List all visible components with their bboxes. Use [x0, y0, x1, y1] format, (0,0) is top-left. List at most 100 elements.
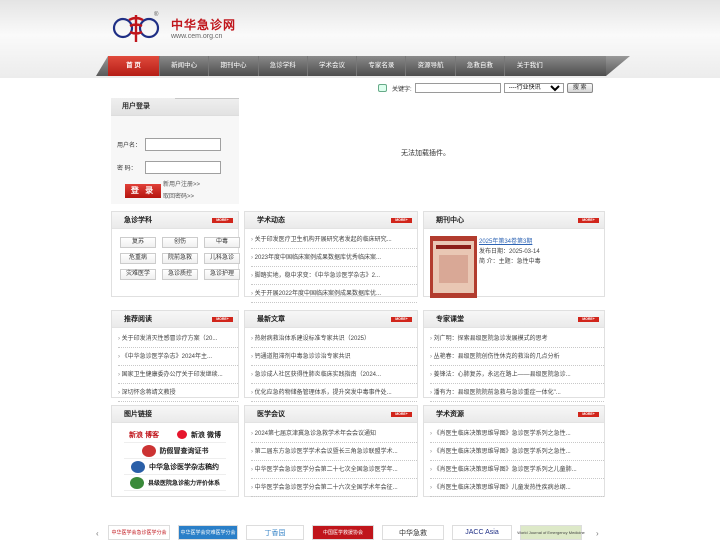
journal-issue-link[interactable]: 2025年第34卷第3期	[479, 237, 541, 247]
more-button[interactable]: MORE+	[391, 412, 412, 417]
latest-title: 最新文章 MORE+	[245, 311, 417, 328]
more-button[interactable]: MORE+	[578, 218, 599, 223]
academic-title-text: 学术动态	[257, 217, 285, 224]
subject-tag[interactable]: 儿科急诊	[204, 253, 240, 264]
search-category-select[interactable]: ----行业快讯	[503, 83, 564, 93]
more-button[interactable]: MORE+	[212, 317, 233, 322]
journal-info: 2025年第34卷第3期 发布日期：2025-03-14 简 介：主题：急性中毒	[479, 237, 541, 267]
expert-box: 专家课堂 MORE+ 刘广明：探索县级医院急诊发展模式的思考 丛艳春：县级医院创伤…	[423, 310, 605, 402]
partner-logo[interactable]: 丁香园	[246, 525, 304, 540]
list-item[interactable]: 潘有为：县级医院院前急救与急诊重症一体化"...	[430, 384, 604, 402]
partner-logo[interactable]: 中国医学救援协会	[312, 525, 374, 540]
scroll-left-icon[interactable]: ‹	[96, 529, 99, 538]
conference-box: 医学会议 MORE+ 2024第七届京津冀急诊急救学术年会会议通知 第二届东方急诊…	[244, 405, 418, 497]
login-button[interactable]: 登 录	[125, 184, 161, 198]
list-item[interactable]: 2024第七届京津冀急诊急救学术年会会议通知	[251, 425, 417, 443]
more-button[interactable]: MORE+	[391, 317, 412, 322]
journal-cover-image[interactable]	[430, 236, 477, 298]
list-item[interactable]: 关于开展2022年度中国临床案例成果数据库优...	[251, 285, 417, 303]
list-item[interactable]: 关于印发消灭性感冒诊疗方案（20...	[118, 330, 238, 348]
list-item[interactable]: 《中华急诊医学杂志》2024年主...	[118, 348, 238, 366]
search-icon	[378, 84, 387, 92]
partner-logo-bar: 中华医学会急诊医学分会 中华医学会灾难医学分会 丁香园 中国医学救援协会 中华急…	[108, 525, 592, 540]
nav-experts[interactable]: 专家名录	[357, 56, 407, 76]
login-title: 用户登录	[111, 98, 239, 116]
list-item[interactable]: 刘广明：探索县级医院急诊发展模式的思考	[430, 330, 604, 348]
expert-title: 专家课堂 MORE+	[424, 311, 604, 328]
list-item[interactable]: 深切怀念蒋靖文教授	[118, 384, 238, 402]
subject-tag[interactable]: 危重病	[120, 253, 156, 264]
journal-title-text: 期刊中心	[436, 217, 464, 224]
list-item[interactable]: 优化应急药物储备管理体系，提升突发中毒事件处...	[251, 384, 417, 402]
nav-resources[interactable]: 资源导航	[406, 56, 456, 76]
sina-blog-link[interactable]: 新浪 博客	[129, 430, 159, 440]
subject-tag[interactable]: 急诊护理	[204, 269, 240, 280]
forgot-password-link[interactable]: 取回密码>>	[163, 191, 200, 203]
list-item[interactable]: 中华医学会急诊医学分会第二十七次全国急诊医学年...	[251, 461, 417, 479]
list-item[interactable]: 急诊成人社区获得性肺炎临床实践指南（2024...	[251, 366, 417, 384]
list-item[interactable]: 《肖医生临床决策思维导图》急诊医学系列之急性...	[430, 425, 604, 443]
more-button[interactable]: MORE+	[578, 412, 599, 417]
list-item[interactable]: 中华医学会急诊医学分会第二十六次全国学术年会征...	[251, 479, 417, 497]
list-item[interactable]: 丛艳春：县级医院创伤性休克的救治的几点分析	[430, 348, 604, 366]
search-input[interactable]	[414, 83, 501, 93]
list-item[interactable]: 姜锋法：心肺复苏，永远在路上——县级医院急诊...	[430, 366, 604, 384]
list-item[interactable]: 第二届东方急诊医学学术会议暨长三角急诊联盟学术...	[251, 443, 417, 461]
list-item[interactable]: 2023年度中国临床案例成果数据库优秀临床案...	[251, 249, 417, 267]
nav-journal[interactable]: 期刊中心	[209, 56, 259, 76]
scroll-right-icon[interactable]: ›	[596, 529, 599, 538]
more-button[interactable]: MORE+	[391, 218, 412, 223]
nav-news[interactable]: 新闻中心	[160, 56, 210, 76]
list-item[interactable]: 《肖医生临床决策思维导图》急诊医学系列之儿童肺...	[430, 461, 604, 479]
more-button[interactable]: MORE+	[212, 218, 233, 223]
conference-title-text: 医学会议	[257, 411, 285, 418]
list-item[interactable]: 脚踏实地，稳中求变：《中华急诊医学杂志》2...	[251, 267, 417, 285]
subject-tag[interactable]: 院前急救	[162, 253, 198, 264]
subject-tag[interactable]: 复苏	[120, 237, 156, 248]
partner-logo[interactable]: 中华急救	[382, 525, 444, 540]
search-button[interactable]: 搜 索	[566, 83, 593, 93]
nav-about[interactable]: 关于我们	[505, 56, 554, 76]
links-box: 图片链接 新浪 博客 新浪 微博 防假冒查询证书 中华急诊医学杂志稿约 县级医院…	[111, 405, 239, 497]
plugin-message: 无法加载插件。	[401, 150, 450, 157]
site-title[interactable]: 中华急诊网	[171, 16, 236, 33]
subject-tag[interactable]: 灾难医学	[120, 269, 156, 280]
evaluation-logo-icon	[129, 476, 144, 489]
nav-home[interactable]: 首 页	[108, 56, 160, 76]
register-link[interactable]: 新用户注册>>	[163, 179, 200, 191]
username-input[interactable]	[145, 138, 221, 151]
county-evaluation-link[interactable]: 县级医院急诊能力评价体系	[124, 475, 226, 491]
partner-logo[interactable]: World Journal of Emergency Medicine	[517, 525, 585, 540]
partner-logo[interactable]: 中华医学会灾难医学分会	[178, 525, 238, 540]
journal-submission-link[interactable]: 中华急诊医学杂志稿约	[124, 459, 226, 475]
resources-title-text: 学术资源	[436, 411, 464, 418]
username-label: 用户名：	[117, 143, 142, 149]
nav-conference[interactable]: 学术会议	[308, 56, 358, 76]
search-label: 关键字:	[392, 86, 412, 93]
sina-weibo-link[interactable]: 新浪 微博	[191, 430, 221, 440]
list-item[interactable]: 国家卫生健康委办公厅关于印发继续...	[118, 366, 238, 384]
password-input[interactable]	[145, 161, 221, 174]
subject-tag[interactable]: 创伤	[162, 237, 198, 248]
more-button[interactable]: MORE+	[578, 317, 599, 322]
recommend-box: 推荐阅读 MORE+ 关于印发消灭性感冒诊疗方案（20... 《中华急诊医学杂志》…	[111, 310, 239, 402]
recommend-title: 推荐阅读 MORE+	[112, 311, 238, 328]
list-item[interactable]: 《肖医生临床决策思维导图》儿童发热性疾病总纲...	[430, 479, 604, 497]
password-label: 密 码：	[117, 166, 137, 172]
partner-logo[interactable]: 中华医学会急诊医学分会	[108, 525, 170, 540]
resources-list: 《肖医生临床决策思维导图》急诊医学系列之急性... 《肖医生临床决策思维导图》急…	[424, 423, 604, 497]
site-logo-icon[interactable]	[112, 12, 160, 44]
nav-first-aid[interactable]: 急救自救	[456, 56, 506, 76]
list-item[interactable]: 《肖医生临床决策思维导图》急诊医学系列之急性...	[430, 443, 604, 461]
subject-tag[interactable]: 急诊质控	[162, 269, 198, 280]
academic-list: 关于印发医疗卫生机构开展研究者发起的临床研究... 2023年度中国临床案例成果…	[245, 229, 417, 303]
county-evaluation-text: 县级医院急诊能力评价体系	[147, 481, 220, 487]
list-item[interactable]: 热射病救治体系建设标准专家共识（2025）	[251, 330, 417, 348]
list-item[interactable]: 钙通道阻滞剂中毒急诊诊治专家共识	[251, 348, 417, 366]
list-item[interactable]: 关于印发医疗卫生机构开展研究者发起的临床研究...	[251, 231, 417, 249]
subject-tag[interactable]: 中毒	[204, 237, 240, 248]
anti-fake-link[interactable]: 防假冒查询证书	[124, 443, 226, 459]
partner-logo[interactable]: JACC Asia	[452, 525, 512, 540]
latest-list: 热射病救治体系建设标准专家共识（2025） 钙通道阻滞剂中毒急诊诊治专家共识 急…	[245, 328, 417, 402]
nav-subjects[interactable]: 急诊学科	[259, 56, 308, 76]
